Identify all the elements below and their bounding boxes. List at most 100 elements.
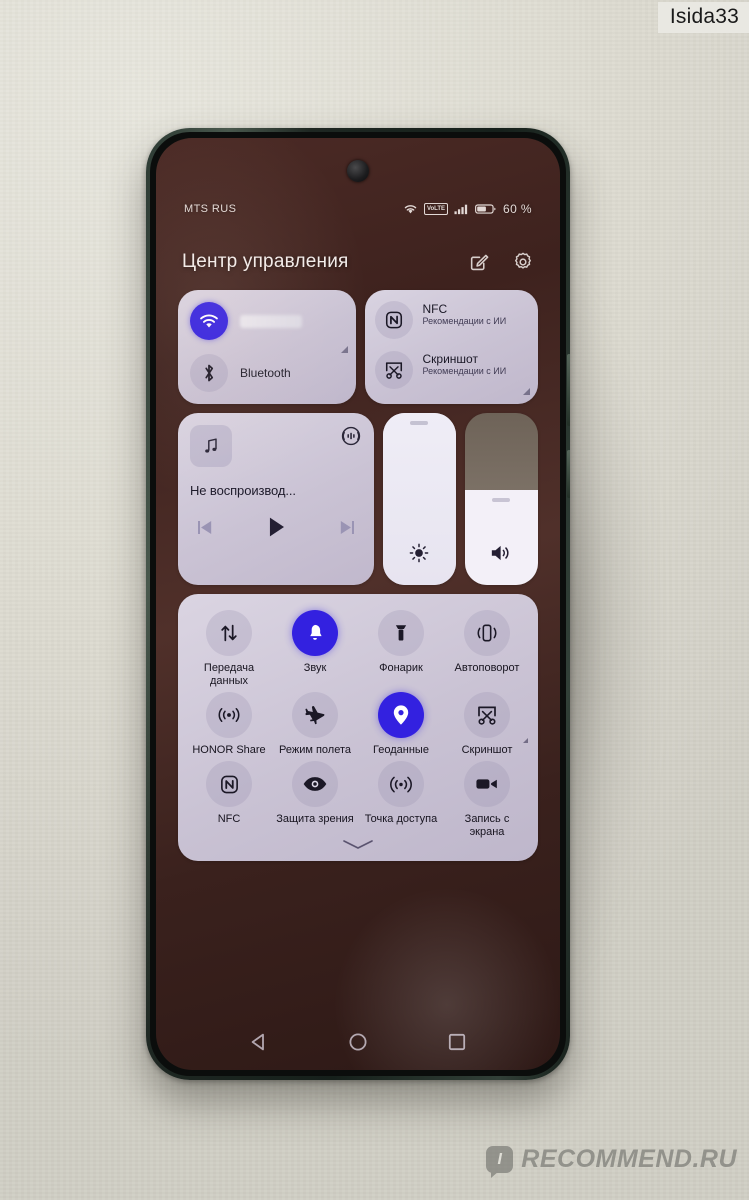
volume-slider[interactable] [464,413,538,585]
cast-icon[interactable] [340,425,362,452]
honor-share-icon [206,692,252,738]
suggestion-texts: NFC Рекомендации с ИИ [423,301,507,327]
bluetooth-icon [190,354,228,392]
eye-comfort-icon [292,761,338,807]
quick-toggle-label: Запись с экрана [464,813,510,838]
music-note-icon [190,425,232,467]
quick-toggle-screen-record[interactable]: Запись с экрана [444,761,530,839]
suggestion-subtitle: Рекомендации с ИИ [422,366,507,376]
control-center-body: Bluetooth NFC Рекомендации с ИИ Скриншот… [178,290,538,861]
signal-icon [454,204,468,215]
quick-toggle-label: Скриншот [461,744,513,756]
phone-screen: MTS RUS VoLTE 60 % Центр управления Blue… [156,138,560,1070]
wifi-ssid-label [240,314,302,328]
home-circle-icon[interactable] [346,1030,370,1054]
watermark-top: Isida33 [657,2,749,33]
back-triangle-icon[interactable] [247,1030,271,1054]
screenshot-icon [464,692,510,738]
phone-device: MTS RUS VoLTE 60 % Центр управления Blue… [146,128,570,1080]
media-sliders-row: Не воспроизвод... [178,413,538,585]
flashlight-icon [378,610,424,656]
quick-toggle-label: Геоданные [373,744,429,756]
suggestion-nfc[interactable]: NFC Рекомендации с ИИ [374,301,529,339]
quick-toggle-honor-share[interactable]: HONOR Share [186,692,272,757]
suggestion-texts: Скриншот Рекомендации с ИИ [423,351,507,377]
top-cards-row: Bluetooth NFC Рекомендации с ИИ Скриншот… [178,290,538,404]
media-controls [190,514,362,540]
navigation-bar [156,1014,560,1070]
quick-toggle-data-transfer[interactable]: Передача данных [186,610,272,688]
brightness-icon [408,542,430,569]
brightness-slider[interactable] [382,413,456,585]
volte-icon: VoLTE [423,203,449,215]
previous-icon[interactable] [194,517,215,538]
wifi-toggle[interactable] [190,302,344,340]
suggestion-screenshot[interactable]: Скриншот Рекомендации с ИИ [374,351,529,389]
airplane-icon [292,692,338,738]
watermark-bottom: I RECOMMEND.RU [486,1145,737,1178]
front-camera [347,160,369,182]
watermark-bottom-label: RECOMMEND.RU [521,1145,737,1173]
quick-toggle-label: Защита зрения [276,813,354,825]
media-title: Не воспроизвод... [190,483,296,498]
media-top [190,425,362,467]
collapse-handle-icon[interactable] [338,838,378,856]
carrier-label: MTS RUS [184,203,237,215]
brightness-grip[interactable] [410,421,429,425]
recents-square-icon[interactable] [445,1030,469,1054]
quick-toggle-nfc[interactable]: NFC [186,761,272,839]
power-button[interactable] [567,450,570,498]
battery-percent-label: 60 % [503,202,532,216]
next-icon[interactable] [337,517,358,538]
screenshot-expand-icon[interactable] [523,738,528,743]
hotspot-icon [378,761,424,807]
volume-button[interactable] [567,354,570,426]
quick-toggle-hotspot[interactable]: Точка доступа [358,761,444,839]
bluetooth-label: Bluetooth [240,366,291,380]
suggestions-card: NFC Рекомендации с ИИ Скриншот Рекоменда… [364,290,538,404]
quick-toggle-eye-comfort[interactable]: Защита зрения [272,761,358,839]
quick-toggle-label: Режим полета [278,744,351,756]
screen-record-icon [464,761,510,807]
header-actions [468,251,534,273]
screenshot-icon [374,351,413,389]
quick-toggle-label: Автоповорот [454,662,520,674]
quick-toggle-sound[interactable]: Звук [272,610,358,688]
nfc-icon [206,761,252,807]
nfc-icon [374,301,413,339]
quick-toggle-screenshot[interactable]: Скриншот [444,692,530,757]
quick-toggle-label: Точка доступа [364,813,438,825]
control-center-header: Центр управления [156,242,560,282]
quick-toggle-label: Передача данных [203,662,255,687]
auto-rotate-icon [464,610,510,656]
quick-toggle-location[interactable]: Геоданные [358,692,444,757]
quick-toggle-label: Звук [303,662,327,674]
suggestion-title: NFC [422,302,448,316]
bell-icon [292,610,338,656]
volume-fill [464,490,538,585]
data-transfer-icon [206,610,252,656]
quick-toggles-grid: Передача данных Звук Фонарик Автоповорот… [178,594,538,861]
play-icon[interactable] [263,514,289,540]
quick-toggle-label: NFC [217,813,241,825]
wifi-icon [190,302,228,340]
status-icons: VoLTE 60 % [403,202,532,216]
suggestion-subtitle: Рекомендации с ИИ [422,316,507,326]
location-pin-icon [378,692,424,738]
recommend-bubble-icon: I [486,1146,514,1178]
wifi-expand-icon[interactable] [340,346,348,353]
quick-toggle-auto-rotate[interactable]: Автоповорот [444,610,530,688]
status-bar: MTS RUS VoLTE 60 % [156,198,560,220]
quick-toggle-airplane[interactable]: Режим полета [272,692,358,757]
gear-icon[interactable] [512,251,534,273]
wifi-icon [404,205,417,214]
quick-toggle-label: Фонарик [379,662,423,674]
volume-icon [489,542,513,569]
quick-toggle-flashlight[interactable]: Фонарик [358,610,444,688]
volume-grip[interactable] [492,498,511,503]
connectivity-card: Bluetooth [178,290,356,404]
suggestion-title: Скриншот [422,352,478,366]
edit-icon[interactable] [468,251,490,273]
screenshot-expand-icon[interactable] [523,388,530,395]
bluetooth-toggle[interactable]: Bluetooth [190,354,344,392]
